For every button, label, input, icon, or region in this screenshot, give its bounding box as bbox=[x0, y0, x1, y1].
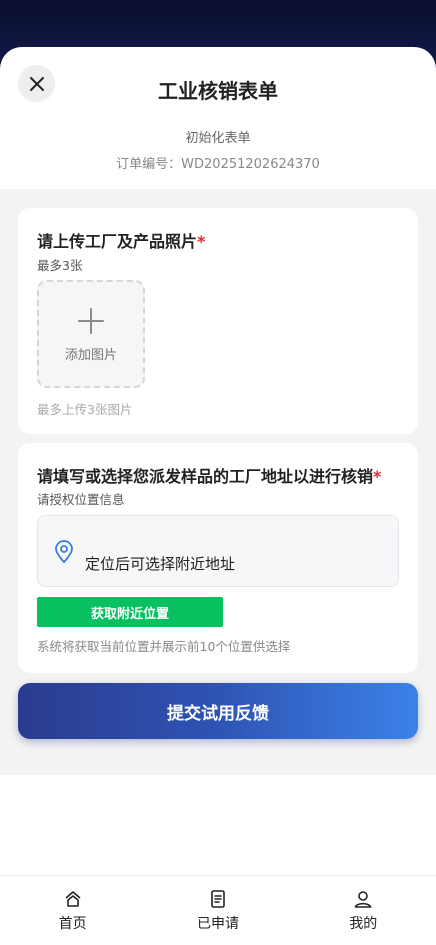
location-hint: 系统将获取当前位置并展示前10个位置供选择 bbox=[37, 639, 291, 654]
location-placeholder: 定位后可选择附近地址 bbox=[85, 555, 236, 573]
required-mark: * bbox=[373, 467, 382, 486]
order-value: WD20251202624370 bbox=[181, 157, 320, 172]
address-section-title: 请填写或选择您派发样品的工厂地址以进行核销* bbox=[37, 463, 381, 487]
photo-limit-text: 最多3张 bbox=[37, 258, 83, 273]
get-nearby-location-button[interactable]: 获取附近位置 bbox=[37, 597, 223, 627]
document-icon bbox=[211, 890, 225, 908]
location-permission-text: 请授权位置信息 bbox=[37, 492, 125, 507]
user-icon bbox=[355, 891, 372, 908]
form-body: 请上传工厂及产品照片* 最多3张 添加图片 最多上传3张图片 请填写或选择您派发… bbox=[0, 189, 436, 775]
form-status: 初始化表单 bbox=[185, 131, 251, 146]
address-title-text: 请填写或选择您派发样品的工厂地址以进行核销 bbox=[37, 467, 374, 486]
home-icon bbox=[65, 891, 81, 907]
photo-section-title: 请上传工厂及产品照片* bbox=[37, 228, 205, 252]
photo-upload-card: 请上传工厂及产品照片* 最多3张 添加图片 最多上传3张图片 bbox=[18, 208, 418, 434]
tab-home-label: 首页 bbox=[58, 916, 87, 932]
tab-applied[interactable]: 已申请 bbox=[145, 876, 290, 945]
order-label: 订单编号： bbox=[116, 157, 182, 172]
photo-upload-hint: 最多上传3张图片 bbox=[37, 402, 133, 417]
add-photo-button[interactable]: 添加图片 bbox=[37, 280, 145, 388]
submit-feedback-button[interactable]: 提交试用反馈 bbox=[18, 683, 418, 739]
photo-title-text: 请上传工厂及产品照片 bbox=[37, 232, 198, 251]
tab-mine[interactable]: 我的 bbox=[291, 876, 436, 945]
add-photo-label: 添加图片 bbox=[64, 348, 117, 363]
required-mark: * bbox=[197, 232, 206, 251]
location-select-field[interactable]: 定位后可选择附近地址 bbox=[37, 515, 399, 587]
order-number: 订单编号：WD20251202624370 bbox=[0, 153, 436, 172]
bottom-tab-bar: 首页 已申请 我的 bbox=[0, 875, 436, 945]
location-pin-icon bbox=[55, 540, 73, 564]
form-sheet: 工业核销表单 初始化表单 订单编号：WD20251202624370 请上传工厂… bbox=[0, 47, 436, 945]
tab-mine-label: 我的 bbox=[349, 916, 378, 932]
address-card: 请填写或选择您派发样品的工厂地址以进行核销* 请授权位置信息 定位后可选择附近地… bbox=[18, 443, 418, 673]
tab-home[interactable]: 首页 bbox=[0, 876, 145, 945]
page-title: 工业核销表单 bbox=[158, 79, 278, 103]
plus-icon bbox=[78, 308, 104, 334]
tab-applied-label: 已申请 bbox=[196, 916, 239, 932]
